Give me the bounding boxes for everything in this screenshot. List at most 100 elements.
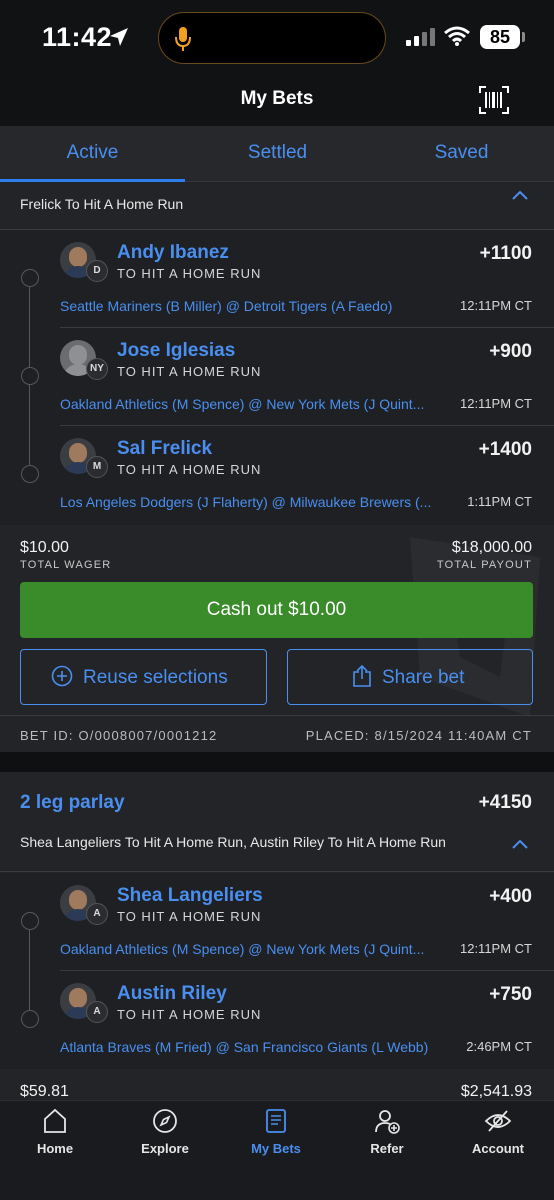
team-logo: A [86,1001,108,1023]
tab-saved[interactable]: Saved [369,126,554,182]
game-link[interactable]: Oakland Athletics (M Spence) @ New York … [60,396,424,412]
bet-description-row[interactable]: Frelick To Hit A Home Run [0,182,554,230]
total-payout-label: TOTAL PAYOUT [436,559,532,571]
refer-icon [375,1110,400,1134]
team-logo: A [86,903,108,925]
bet-title: 2 leg parlay [20,792,125,813]
tab-settled[interactable]: Settled [185,126,370,182]
leg-odds: +1400 [478,439,532,460]
market-label: TO HIT A HOME RUN [117,364,262,379]
nav-refer[interactable]: Refer [332,1101,442,1171]
battery-tip [522,32,525,42]
bet-leg[interactable]: A Shea Langeliers TO HIT A HOME RUN +400… [0,873,554,971]
nav-label: Refer [370,1141,404,1156]
reuse-selections-label: Reuse selections [83,667,228,688]
location-arrow-icon [110,28,128,46]
nav-account[interactable]: Account [443,1101,553,1171]
leg-status-dot [21,465,39,483]
nav-label: Account [472,1141,524,1156]
chevron-up-icon[interactable] [512,839,528,849]
player-name[interactable]: Andy Ibanez [117,242,229,264]
betslip-icon [266,1109,286,1133]
bets-list[interactable]: Frelick To Hit A Home Run D Andy Ibanez … [0,182,554,1100]
reuse-selections-button[interactable]: Reuse selections [20,649,267,705]
nav-label: My Bets [251,1141,301,1156]
bet-card: Frelick To Hit A Home Run D Andy Ibanez … [0,182,554,752]
market-label: TO HIT A HOME RUN [117,909,262,924]
leg-odds: +900 [489,341,532,362]
battery-indicator: 85 [480,25,520,49]
bets-tabs: Active Settled Saved [0,126,554,182]
placed-time: PLACED: 8/15/2024 11:40AM CT [305,728,532,743]
nav-my-bets[interactable]: My Bets [221,1101,331,1171]
game-link[interactable]: Oakland Athletics (M Spence) @ New York … [60,941,424,957]
leg-odds: +750 [489,984,532,1005]
player-name[interactable]: Austin Riley [117,983,227,1005]
cashout-button[interactable]: Cash out $10.00 [20,582,533,638]
wifi-icon [444,26,470,46]
chevron-up-icon[interactable] [512,190,528,200]
total-wager-amount: $10.00 [20,539,69,556]
total-wager-label: TOTAL WAGER [20,559,112,571]
share-bet-button[interactable]: Share bet [287,649,533,705]
leg-status-dot [21,1010,39,1028]
bet-totals: $10.00 TOTAL WAGER $18,000.00 TOTAL PAYO… [0,525,554,575]
team-logo: NY [86,358,108,380]
share-bet-label: Share bet [382,667,465,688]
player-name[interactable]: Shea Langeliers [117,885,263,907]
share-icon [353,665,371,687]
bet-meta-row: BET ID: O/0008007/0001212 PLACED: 8/15/2… [0,715,554,755]
bet-description-row[interactable]: Shea Langeliers To Hit A Home Run, Austi… [0,828,554,872]
game-time: 12:11PM CT [459,298,532,313]
market-label: TO HIT A HOME RUN [117,1007,262,1022]
total-payout-amount: $2,541.93 [460,1083,532,1100]
status-bar: 11:42 85 [0,0,554,76]
leg-status-dot [21,912,39,930]
bet-leg[interactable]: M Sal Frelick TO HIT A HOME RUN +1400 Lo… [0,426,554,524]
game-time: 1:11PM CT [467,494,532,509]
game-time: 12:11PM CT [459,941,532,956]
bet-leg[interactable]: A Austin Riley TO HIT A HOME RUN +750 At… [0,971,554,1069]
total-wager-amount: $59.81 [20,1083,69,1100]
leg-status-dot [21,367,39,385]
status-time: 11:42 [42,22,113,52]
bet-description: Shea Langeliers To Hit A Home Run, Austi… [20,834,446,850]
barcode-scanner-icon[interactable] [478,85,510,115]
nav-explore[interactable]: Explore [110,1101,220,1171]
bottom-nav: Home Explore My Bets Refer Account [0,1100,554,1200]
leg-odds: +400 [489,886,532,907]
bet-description: Frelick To Hit A Home Run [20,196,184,212]
page-title: My Bets [240,88,314,109]
leg-status-dot [21,269,39,287]
bet-leg[interactable]: NY Jose Iglesias TO HIT A HOME RUN +900 … [0,328,554,426]
cell-signal-icon [406,28,435,46]
game-link[interactable]: Atlanta Braves (M Fried) @ San Francisco… [60,1039,428,1055]
bet-totals: $59.81 $2,541.93 [0,1069,554,1100]
game-time: 2:46PM CT [466,1039,532,1054]
game-time: 12:11PM CT [459,396,532,411]
team-logo: D [86,260,108,282]
player-name[interactable]: Jose Iglesias [117,340,235,362]
team-logo: M [86,456,108,478]
tab-active[interactable]: Active [0,126,185,182]
compass-icon [153,1109,177,1133]
game-link[interactable]: Seattle Mariners (B Miller) @ Detroit Ti… [60,298,392,314]
nav-label: Explore [141,1141,189,1156]
bet-legs: A Shea Langeliers TO HIT A HOME RUN +400… [0,873,554,1069]
bet-odds: +4150 [478,792,532,813]
microphone-icon [175,27,191,51]
nav-home[interactable]: Home [0,1101,110,1171]
dynamic-island [158,12,386,64]
app-header: My Bets [0,76,554,126]
home-icon [44,1108,66,1133]
player-name[interactable]: Sal Frelick [117,438,212,460]
game-link[interactable]: Los Angeles Dodgers (J Flaherty) @ Milwa… [60,494,431,510]
account-icon [484,1110,512,1132]
plus-circle-icon [51,665,73,687]
bet-legs: D Andy Ibanez TO HIT A HOME RUN +1100 Se… [0,230,554,525]
total-payout-amount: $18,000.00 [451,539,532,556]
market-label: TO HIT A HOME RUN [117,462,262,477]
market-label: TO HIT A HOME RUN [117,266,262,281]
leg-odds: +1100 [479,243,532,264]
bet-leg[interactable]: D Andy Ibanez TO HIT A HOME RUN +1100 Se… [0,230,554,328]
